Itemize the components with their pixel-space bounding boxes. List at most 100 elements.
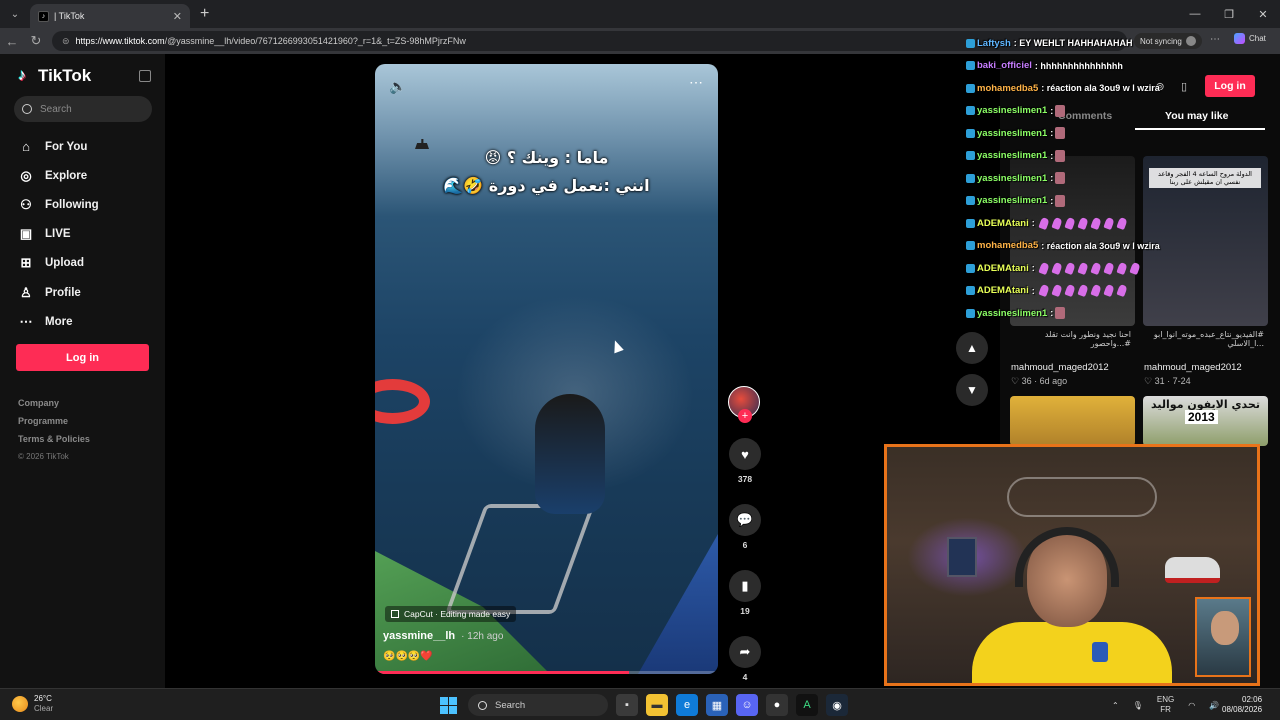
lang-primary: ENG — [1157, 695, 1174, 705]
share-action[interactable]: ➦4 — [728, 636, 762, 682]
sneaker — [1165, 557, 1220, 583]
clock[interactable]: 02:06 08/08/2026 — [1222, 695, 1262, 715]
video-card-meta[interactable]: احنا نجيد ونطور وانت تقلد #...واحصور mah… — [1011, 330, 1131, 387]
login-button[interactable]: Log in — [16, 344, 149, 371]
footer-link-terms[interactable]: Terms & Policies — [18, 434, 90, 452]
video-thumbnail[interactable] — [1010, 396, 1135, 446]
upload-plus-icon: ⊞ — [18, 255, 34, 271]
app-a-icon[interactable]: A — [796, 694, 818, 716]
copilot-chat-button[interactable]: Chat — [1234, 33, 1266, 44]
tray-chevron-up-icon[interactable]: ⌃ — [1112, 701, 1119, 710]
stream-chat-overlay: Laftysh: EY WEHLT HAHHAHAHAHbaki_officie… — [966, 32, 1141, 325]
browser-tab-tiktok[interactable]: ♪ | TikTok ✕ — [30, 4, 190, 28]
chat-username: ADEMAtani — [977, 285, 1029, 296]
steam-icon[interactable]: ◉ — [826, 694, 848, 716]
sidebar-item-explore[interactable]: ◎Explore — [18, 161, 99, 190]
browser-menu-icon[interactable]: ⋯ — [1210, 34, 1220, 45]
sidebar-item-for-you[interactable]: ⌂For You — [18, 132, 99, 161]
author-name: yassmine__lh — [383, 630, 455, 642]
header-login-button[interactable]: Log in — [1205, 75, 1255, 97]
save-action[interactable]: ▮19 — [728, 570, 762, 616]
obs-icon[interactable]: ● — [766, 694, 788, 716]
discord-icon[interactable]: ☺ — [736, 694, 758, 716]
store-icon[interactable]: ▦ — [706, 694, 728, 716]
swimmer — [535, 394, 605, 514]
chat-badge-icon — [966, 241, 975, 250]
edge-browser-icon[interactable]: e — [676, 694, 698, 716]
chat-message: ADEMAtani: — [966, 257, 1141, 280]
purple-emote-icon — [1064, 262, 1075, 275]
tiktok-sidebar: ♪ TikTok Search ⌂For You ◎Explore ⚇Follo… — [0, 54, 165, 688]
video-card-meta[interactable]: #الفيديو_نتاع_عبده_موته_انوا_ابو ...ا_ال… — [1144, 330, 1264, 387]
sidebar-item-profile[interactable]: ♙Profile — [18, 278, 99, 307]
site-info-icon[interactable]: ⊜ — [62, 36, 70, 47]
volume-icon[interactable]: 🔊 — [1209, 701, 1219, 710]
card-user: mahmoud_maged2012 — [1011, 362, 1131, 373]
microphone-icon[interactable]: 🎙 — [1133, 701, 1143, 710]
video-thumbnail[interactable]: الدولة مروح الساعه 4 الفجر وقاعد نفسي ان… — [1143, 156, 1268, 326]
author-avatar[interactable]: + — [728, 386, 760, 418]
collapse-sidebar-icon[interactable] — [139, 70, 151, 82]
phone-icon[interactable]: ▯ — [1174, 76, 1194, 96]
tiktok-logo[interactable]: ♪ TikTok — [18, 66, 91, 86]
sidebar-item-upload[interactable]: ⊞Upload — [18, 249, 99, 278]
restore-icon[interactable]: ❐ — [1212, 0, 1246, 28]
new-tab-button[interactable]: + — [200, 5, 209, 23]
windows-start-icon[interactable] — [436, 693, 460, 717]
file-explorer-icon[interactable]: ▬ — [646, 694, 668, 716]
volume-icon[interactable]: 🔈 — [389, 78, 406, 95]
tab-you-may-like[interactable]: You may like — [1165, 110, 1228, 122]
video-thumbnail[interactable]: تحدي الايفون مواليد 2013 — [1143, 396, 1268, 446]
live-tv-icon: ▣ — [18, 226, 34, 242]
like-count: 378 — [738, 474, 752, 484]
sidebar-item-live[interactable]: ▣LIVE — [18, 220, 99, 249]
thumbnail-label: الدولة مروح الساعه 4 الفجر وقاعد نفسي ان… — [1149, 168, 1261, 188]
chat-badge-icon — [966, 196, 975, 205]
share-arrow-icon[interactable]: ➦ — [729, 636, 761, 668]
taskbar-search[interactable]: Search — [468, 694, 608, 716]
card-user: mahmoud_maged2012 — [1144, 362, 1264, 373]
comment-icon[interactable]: 💬 — [729, 504, 761, 536]
purple-emote-icon — [1077, 262, 1088, 275]
tab-search-chevron-icon[interactable]: ⌄ — [3, 4, 27, 24]
next-video-chevron-down-icon[interactable]: ▼ — [956, 374, 988, 406]
bookmark-icon[interactable]: ▮ — [729, 570, 761, 602]
language-indicator[interactable]: ENG FR — [1157, 695, 1174, 715]
sidebar-item-following[interactable]: ⚇Following — [18, 190, 99, 219]
footer-link-programme[interactable]: Programme — [18, 416, 90, 434]
minimize-icon[interactable]: — — [1178, 0, 1212, 28]
like-action[interactable]: ♥ 378 — [728, 438, 762, 484]
weather-widget[interactable]: 26°C Clear — [12, 694, 53, 714]
back-arrow-icon[interactable]: ← — [0, 29, 24, 53]
sidebar-item-label: For You — [45, 141, 87, 153]
close-tab-icon[interactable]: ✕ — [173, 10, 182, 23]
capcut-badge[interactable]: CapCut · Editing made easy — [385, 606, 516, 622]
footer-link-company[interactable]: Company — [18, 398, 90, 416]
video-author[interactable]: yassmine__lh · 12h ago — [383, 630, 503, 642]
task-view-icon[interactable]: ▪ — [616, 694, 638, 716]
wifi-icon[interactable]: ◠ — [1188, 701, 1195, 710]
purple-emote-icon — [1090, 284, 1101, 297]
close-window-icon[interactable]: ✕ — [1246, 0, 1280, 28]
system-tray: ⌃ 🎙 ENG FR ◠ 🔊 — [1112, 695, 1233, 715]
video-player[interactable]: 🔈 ⋯ ماما : وينك ؟ 😡 انني :نعمل في دورة 🤣… — [375, 64, 718, 674]
purple-emote-icon — [1103, 262, 1114, 275]
video-more-icon[interactable]: ⋯ — [689, 74, 704, 91]
reload-icon[interactable]: ↻ — [24, 29, 48, 53]
heart-icon[interactable]: ♥ — [729, 438, 761, 470]
search-icon — [22, 104, 32, 114]
chat-text: : — [1050, 196, 1053, 206]
comment-action[interactable]: 💬6 — [728, 504, 762, 550]
purple-emote-icon — [1103, 284, 1114, 297]
previous-video-chevron-up-icon[interactable]: ▲ — [956, 332, 988, 364]
video-progress-bar[interactable] — [375, 671, 718, 674]
chat-text: : — [1050, 308, 1053, 318]
chat-message: yassineslimen1: — [966, 302, 1141, 325]
chat-text: : — [1032, 218, 1035, 228]
search-input[interactable]: Search — [14, 96, 152, 122]
chat-text: : — [1032, 263, 1035, 273]
chat-badge-icon — [966, 61, 975, 70]
sidebar-item-more[interactable]: ⋯More — [18, 307, 99, 336]
sync-status-button[interactable]: Not syncing — [1134, 33, 1202, 49]
follow-plus-icon[interactable]: + — [738, 409, 752, 423]
